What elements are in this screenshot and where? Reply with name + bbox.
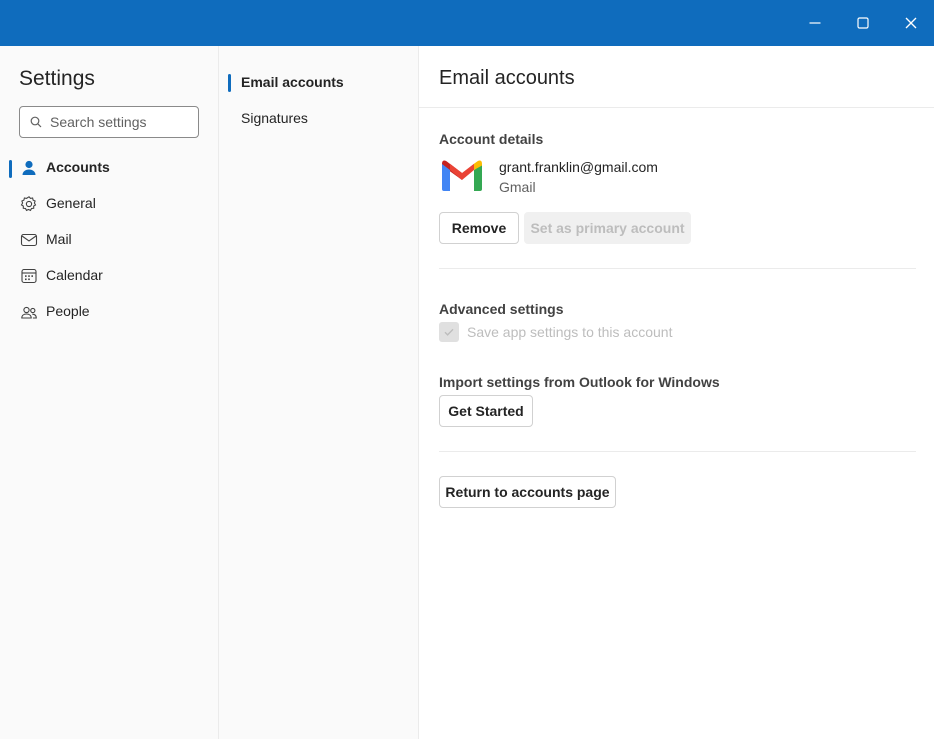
save-settings-label: Save app settings to this account (467, 324, 673, 340)
maximize-button[interactable] (840, 0, 886, 46)
settings-subnav: Email accounts Signatures (219, 46, 419, 739)
remove-button[interactable]: Remove (439, 212, 519, 244)
save-settings-checkbox (439, 322, 459, 342)
set-primary-button: Set as primary account (524, 212, 691, 244)
maximize-icon (857, 17, 869, 29)
return-to-accounts-button[interactable]: Return to accounts page (439, 476, 616, 508)
sidebar-item-label: Calendar (46, 267, 103, 283)
settings-sidebar: Settings Accounts General Mail (0, 46, 219, 739)
sidebar-item-mail[interactable]: Mail (9, 223, 209, 257)
sidebar-item-label: General (46, 195, 96, 211)
minimize-icon (809, 22, 821, 24)
sidebar-item-label: People (46, 303, 90, 319)
checkmark-icon (444, 328, 454, 336)
active-indicator (228, 74, 231, 92)
sidebar-item-label: Mail (46, 231, 72, 247)
search-input[interactable] (50, 114, 190, 130)
subnav-item-signatures[interactable]: Signatures (228, 102, 408, 134)
close-icon (905, 17, 917, 29)
import-settings-heading: Import settings from Outlook for Windows (439, 374, 720, 390)
calendar-icon (21, 268, 37, 284)
account-email: grant.franklin@gmail.com (499, 159, 658, 175)
sidebar-item-general[interactable]: General (9, 187, 209, 221)
people-icon (21, 306, 37, 319)
active-indicator (9, 160, 12, 178)
mail-icon (20, 233, 38, 247)
search-icon (30, 116, 42, 128)
header-divider (419, 107, 934, 108)
minimize-button[interactable] (792, 0, 838, 46)
page-title: Email accounts (439, 67, 575, 89)
subnav-item-label: Signatures (241, 110, 308, 126)
subnav-item-label: Email accounts (241, 74, 344, 90)
settings-content: Email accounts Account details grant.fra… (419, 46, 934, 739)
search-box[interactable] (19, 106, 199, 138)
advanced-settings-heading: Advanced settings (439, 301, 564, 317)
get-started-button[interactable]: Get Started (439, 395, 533, 427)
sidebar-item-people[interactable]: People (9, 295, 209, 329)
account-provider: Gmail (499, 179, 536, 195)
person-icon (22, 160, 36, 175)
sidebar-item-label: Accounts (46, 159, 110, 175)
account-details-heading: Account details (439, 131, 544, 147)
gmail-logo-icon (442, 160, 482, 191)
title-bar (0, 0, 934, 46)
save-settings-row: Save app settings to this account (439, 322, 672, 342)
section-divider (439, 268, 916, 269)
gear-icon (20, 196, 37, 212)
settings-title: Settings (19, 67, 95, 90)
sidebar-item-accounts[interactable]: Accounts (9, 151, 209, 185)
section-divider (439, 451, 916, 452)
close-button[interactable] (888, 0, 934, 46)
subnav-item-email-accounts[interactable]: Email accounts (228, 66, 408, 98)
sidebar-item-calendar[interactable]: Calendar (9, 259, 209, 293)
